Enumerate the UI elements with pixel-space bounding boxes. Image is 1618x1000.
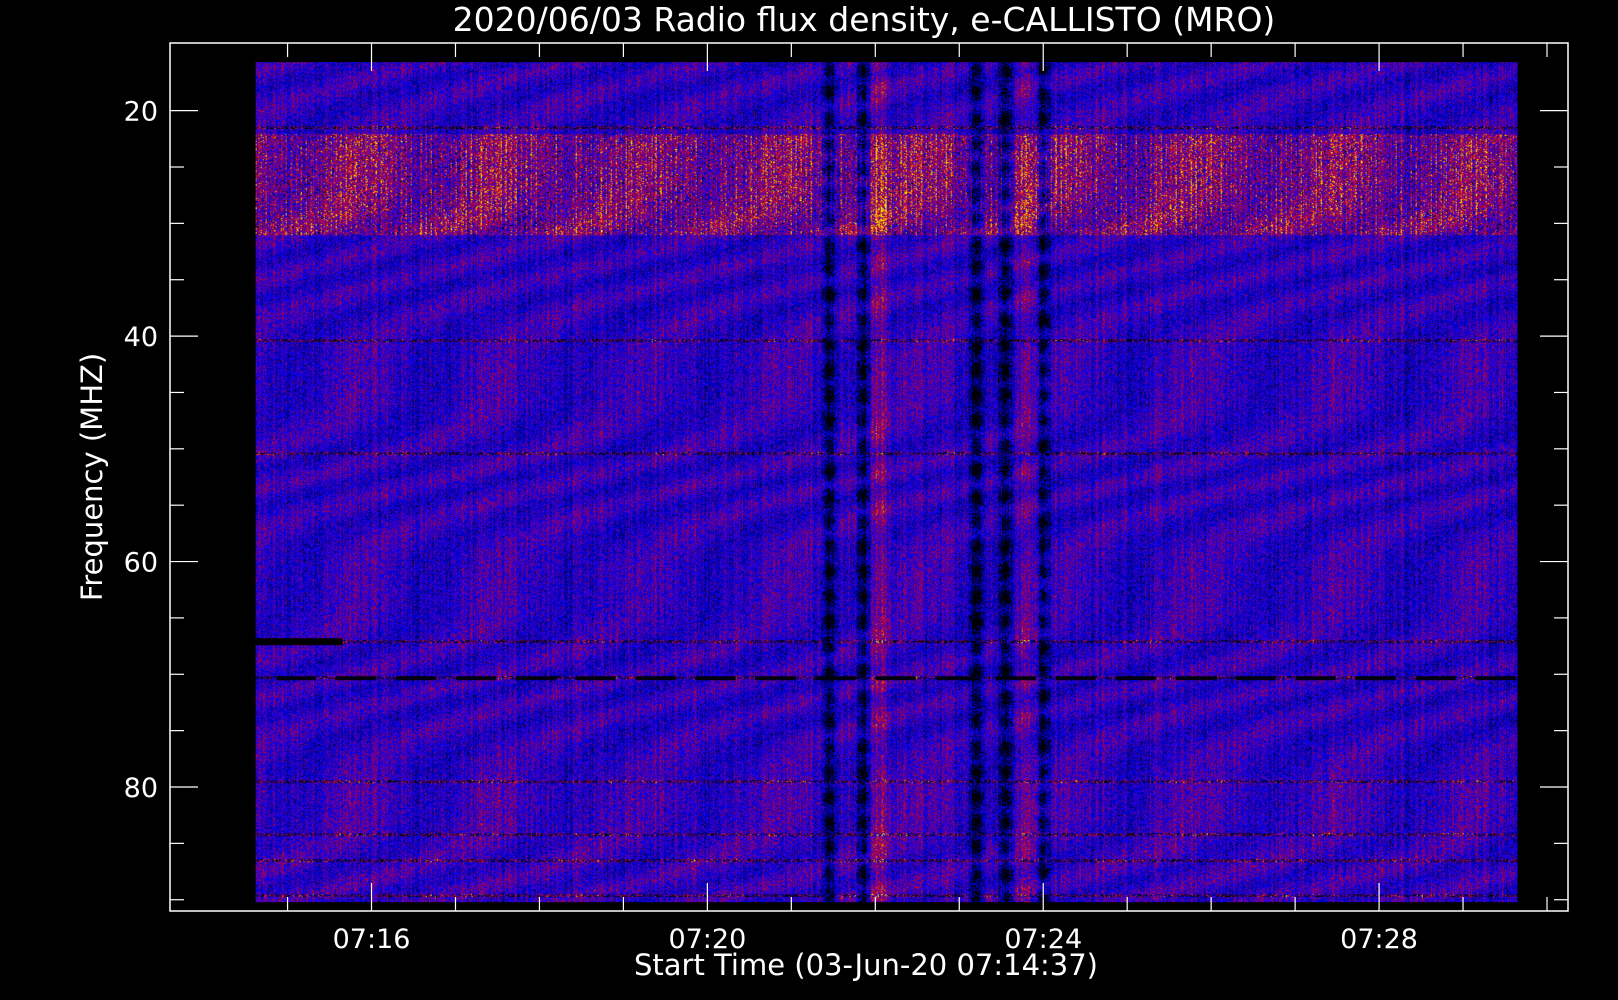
chart-title: 2020/06/03 Radio flux density, e-CALLIST… bbox=[453, 0, 1276, 39]
y-axis-label: Frequency (MHZ) bbox=[75, 353, 109, 601]
x-axis-label: Start Time (03-Jun-20 07:14:37) bbox=[634, 948, 1098, 982]
y-tick-label: 80 bbox=[124, 773, 158, 804]
x-tick-label: 07:28 bbox=[1340, 924, 1418, 955]
x-tick-label: 07:16 bbox=[333, 924, 411, 955]
y-tick-label: 20 bbox=[124, 97, 158, 128]
y-tick-label: 40 bbox=[124, 322, 158, 353]
spectrogram-chart: 2020/06/03 Radio flux density, e-CALLIST… bbox=[75, 0, 1569, 982]
heatmap-image bbox=[255, 62, 1518, 903]
spectrogram-heatmap bbox=[255, 62, 1518, 903]
y-tick-label: 60 bbox=[124, 548, 158, 579]
